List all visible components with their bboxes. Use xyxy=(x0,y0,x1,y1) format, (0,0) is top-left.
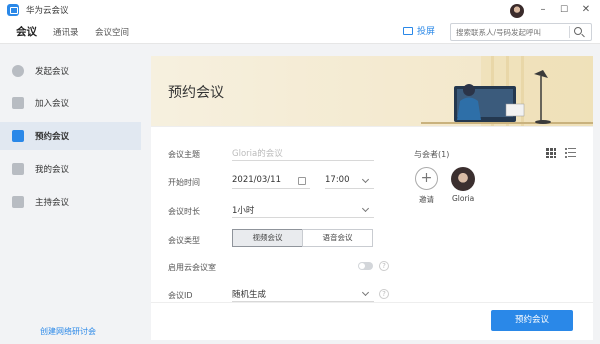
calendar-icon[interactable] xyxy=(298,177,306,185)
create-webinar-link[interactable]: 创建网络研讨会 xyxy=(40,326,96,337)
search-input[interactable] xyxy=(456,26,568,38)
divider xyxy=(151,126,593,127)
calendar-icon xyxy=(12,130,24,142)
sidebar-item-label: 主持会议 xyxy=(35,198,70,208)
app-logo-icon xyxy=(7,4,19,16)
app-title: 华为云会议 xyxy=(26,6,69,16)
invite-button[interactable]: + xyxy=(415,167,438,190)
search-divider xyxy=(569,26,570,38)
participant-name: Gloria xyxy=(452,194,475,203)
cloud-room-toggle[interactable] xyxy=(358,262,373,270)
meeting-id-label: 会议ID xyxy=(168,291,193,300)
chat-bubble-icon xyxy=(12,65,24,77)
help-icon[interactable]: ? xyxy=(379,261,389,271)
grid-view-icon[interactable] xyxy=(546,148,556,158)
meeting-list-icon xyxy=(12,163,24,175)
duration-select[interactable]: 1小时 xyxy=(232,204,374,218)
top-nav: 会议 通讯录 会议空间 投屏 xyxy=(0,20,600,44)
footer-divider xyxy=(151,302,593,303)
maximize-button[interactable]: ☐ xyxy=(556,2,572,18)
duration-label: 会议时长 xyxy=(168,207,200,216)
sidebar: 发起会议 加入会议 预约会议 我的会议 主持会议 创建网络研讨会 xyxy=(0,45,141,344)
cloud-room-label: 启用云会议室 xyxy=(168,263,216,272)
sidebar-item-label: 我的会议 xyxy=(35,165,70,175)
schedule-submit-button[interactable]: 预约会议 xyxy=(491,310,573,331)
audio-meeting-option[interactable]: 语音会议 xyxy=(302,229,373,247)
close-button[interactable]: ✕ xyxy=(578,2,594,18)
monitor-icon xyxy=(403,26,413,35)
host-icon xyxy=(12,196,24,208)
subject-label: 会议主题 xyxy=(168,150,200,159)
sidebar-item-schedule-meeting[interactable]: 预约会议 xyxy=(0,122,141,150)
invite-label: 邀请 xyxy=(419,195,434,204)
title-bar: 华为云会议 – ☐ ✕ xyxy=(0,0,600,20)
banner-illustration xyxy=(421,56,593,126)
help-icon[interactable]: ? xyxy=(379,289,389,299)
enter-icon xyxy=(12,97,24,109)
participants-title: 与会者(1) xyxy=(414,150,450,159)
search-icon[interactable] xyxy=(574,27,582,35)
tab-meeting-space[interactable]: 会议空间 xyxy=(95,26,129,38)
present-button[interactable]: 投屏 xyxy=(403,24,435,37)
schedule-meeting-card: 预约会议 会议主题 Gloria的会议 开始时间 2021/03/11 17:0… xyxy=(151,56,593,340)
search-box xyxy=(450,23,592,41)
sidebar-item-start-meeting[interactable]: 发起会议 xyxy=(0,57,141,85)
present-label: 投屏 xyxy=(417,27,436,37)
tab-contacts[interactable]: 通讯录 xyxy=(53,26,79,38)
start-time-label: 开始时间 xyxy=(168,178,200,187)
list-view-icon[interactable] xyxy=(565,148,576,158)
video-meeting-option[interactable]: 视频会议 xyxy=(232,229,303,247)
sidebar-item-label: 加入会议 xyxy=(35,99,70,109)
participant-avatar[interactable] xyxy=(451,167,475,191)
minimize-button[interactable]: – xyxy=(535,2,551,18)
tab-meeting[interactable]: 会议 xyxy=(16,24,37,39)
subject-input[interactable]: Gloria的会议 xyxy=(232,147,374,161)
meeting-type-label: 会议类型 xyxy=(168,236,200,245)
sidebar-item-host-meeting[interactable]: 主持会议 xyxy=(0,188,141,216)
user-avatar[interactable] xyxy=(510,4,524,18)
sidebar-item-join-meeting[interactable]: 加入会议 xyxy=(0,89,141,117)
sidebar-item-label: 发起会议 xyxy=(35,67,70,77)
banner: 预约会议 xyxy=(151,56,593,126)
meeting-id-select[interactable]: 随机生成 xyxy=(232,288,374,302)
sidebar-item-label: 预约会议 xyxy=(35,132,70,142)
sidebar-item-my-meetings[interactable]: 我的会议 xyxy=(0,155,141,183)
